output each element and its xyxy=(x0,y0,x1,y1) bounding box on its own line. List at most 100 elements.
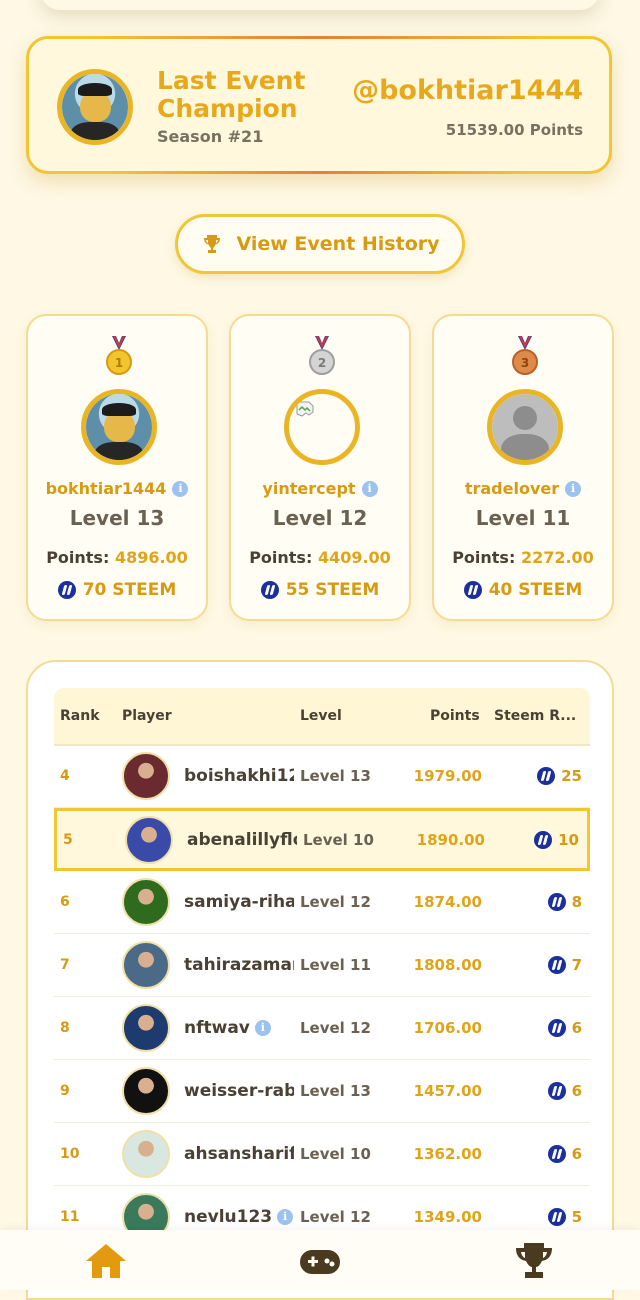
row-points: 1457.00 xyxy=(413,1082,482,1100)
header-player[interactable]: Player xyxy=(122,688,172,744)
home-icon[interactable] xyxy=(84,1240,128,1282)
row-points: 1874.00 xyxy=(413,893,482,911)
player-name[interactable]: ahsansharif xyxy=(184,1144,294,1164)
view-event-history-button[interactable]: View Event History xyxy=(175,214,465,274)
player-name[interactable]: nevlu123 xyxy=(184,1207,272,1227)
podium-level: Level 13 xyxy=(69,506,165,530)
steem-icon xyxy=(260,581,279,599)
player-avatar xyxy=(122,1130,170,1178)
row-reward: 6 xyxy=(547,997,582,1059)
header-steem-reward[interactable]: Steem R... xyxy=(494,688,576,744)
table-row[interactable]: 8 nftwav i Level 12 1706.00 6 xyxy=(54,997,590,1060)
table-header: Rank Player Level Points Steem R... xyxy=(54,688,590,746)
steem-icon xyxy=(547,1082,566,1100)
steem-icon xyxy=(537,767,556,785)
gold-medal-icon: 1 xyxy=(106,336,132,375)
trophy-icon[interactable] xyxy=(512,1240,556,1282)
row-rank: 8 xyxy=(60,1020,70,1036)
player-name[interactable]: tahirazamare xyxy=(184,955,294,975)
table-row[interactable]: 9 weisser-rabe Level 13 1457.00 6 xyxy=(54,1060,590,1123)
table-row[interactable]: 5 abenalillyflower Level 10 1890.00 10 xyxy=(54,808,590,871)
podium-points: Points: 4896.00 xyxy=(46,548,188,567)
row-points: 1808.00 xyxy=(413,956,482,974)
info-icon[interactable]: i xyxy=(172,480,189,497)
row-reward: 7 xyxy=(547,934,582,996)
row-rank: 9 xyxy=(60,1083,70,1099)
row-level: Level 13 xyxy=(300,1082,371,1100)
podium-username[interactable]: bokhtiar1444 xyxy=(46,479,167,498)
champion-username[interactable]: @bokhtiar1444 xyxy=(352,75,583,106)
header-level[interactable]: Level xyxy=(300,688,342,744)
broken-image-icon xyxy=(296,401,314,417)
podium-level: Level 12 xyxy=(272,506,368,530)
steem-icon xyxy=(57,581,76,599)
row-level: Level 10 xyxy=(303,830,374,849)
steem-icon xyxy=(547,893,566,911)
row-rank: 4 xyxy=(60,768,70,784)
row-level: Level 11 xyxy=(300,956,371,974)
podium-username[interactable]: yintercept xyxy=(262,479,355,498)
podium-reward: 70 STEEM xyxy=(28,580,206,600)
svg-text:2: 2 xyxy=(318,356,326,370)
row-level: Level 12 xyxy=(300,893,371,911)
podium-card-2[interactable]: 2 yintercept i Level 12 Points: 4409.00 5… xyxy=(229,314,411,621)
podium-card-1[interactable]: 1 bokhtiar1444 i Level 13 Points: 4896.00… xyxy=(26,314,208,621)
player-name[interactable]: samiya-rihan xyxy=(184,892,294,912)
bronze-medal-icon: 3 xyxy=(512,336,538,375)
player-avatar xyxy=(125,815,173,864)
default-avatar-icon xyxy=(492,394,558,460)
table-row[interactable]: 4 boishakhi123 Level 13 1979.00 25 xyxy=(54,745,590,808)
steem-icon xyxy=(547,1019,566,1037)
header-points[interactable]: Points xyxy=(430,688,480,744)
row-level: Level 10 xyxy=(300,1145,371,1163)
gamepad-icon[interactable] xyxy=(298,1240,342,1282)
podium-avatar xyxy=(81,389,157,465)
row-reward: 6 xyxy=(547,1060,582,1122)
info-icon[interactable]: i xyxy=(361,480,378,497)
info-icon[interactable]: i xyxy=(254,1020,271,1036)
row-rank: 7 xyxy=(60,957,70,973)
row-rank: 10 xyxy=(60,1146,80,1162)
info-icon[interactable]: i xyxy=(565,480,582,497)
player-name[interactable]: weisser-rabe xyxy=(184,1081,294,1101)
table-row[interactable]: 10 ahsansharif Level 10 1362.00 6 xyxy=(54,1123,590,1186)
row-reward: 10 xyxy=(534,811,579,868)
podium-reward: 55 STEEM xyxy=(231,580,409,600)
player-avatar xyxy=(122,752,170,800)
row-points: 1979.00 xyxy=(413,767,482,785)
podium-card-3[interactable]: 3 tradelover i Level 11 Points: 2272.00 4… xyxy=(432,314,614,621)
player-name[interactable]: boishakhi123 xyxy=(184,766,294,786)
podium-username[interactable]: tradelover xyxy=(465,479,559,498)
champion-season: Season #21 xyxy=(157,127,264,146)
info-icon[interactable]: i xyxy=(277,1209,294,1225)
trophy-icon xyxy=(204,235,221,253)
top-card-edge xyxy=(40,0,600,10)
table-row[interactable]: 6 samiya-rihan Level 12 1874.00 8 xyxy=(54,871,590,934)
row-reward: 8 xyxy=(547,871,582,933)
table-row[interactable]: 7 tahirazamare Level 11 1808.00 7 xyxy=(54,934,590,997)
row-level: Level 13 xyxy=(300,767,371,785)
steem-icon xyxy=(534,830,553,849)
player-avatar xyxy=(122,1067,170,1115)
player-avatar xyxy=(122,1004,170,1052)
row-points: 1362.00 xyxy=(413,1145,482,1163)
header-rank[interactable]: Rank xyxy=(60,688,100,744)
row-rank: 6 xyxy=(60,894,70,910)
player-name[interactable]: abenalillyflower xyxy=(187,830,297,850)
silver-medal-icon: 2 xyxy=(309,336,335,375)
row-rank: 5 xyxy=(63,831,73,848)
player-avatar xyxy=(122,878,170,926)
bottom-navigation xyxy=(0,1230,640,1290)
champion-title: Last Event Champion xyxy=(157,66,306,123)
podium-points: Points: 2272.00 xyxy=(452,548,594,567)
champion-card: Last Event Champion Season #21 @bokhtiar… xyxy=(26,36,612,174)
svg-text:3: 3 xyxy=(521,356,529,370)
row-reward: 25 xyxy=(537,745,582,807)
row-level: Level 12 xyxy=(300,1019,371,1037)
steem-icon xyxy=(547,1208,566,1226)
player-name[interactable]: nftwav xyxy=(184,1018,250,1038)
player-avatar xyxy=(122,941,170,989)
steem-icon xyxy=(463,581,482,599)
podium-points: Points: 4409.00 xyxy=(249,548,391,567)
podium-reward: 40 STEEM xyxy=(434,580,612,600)
